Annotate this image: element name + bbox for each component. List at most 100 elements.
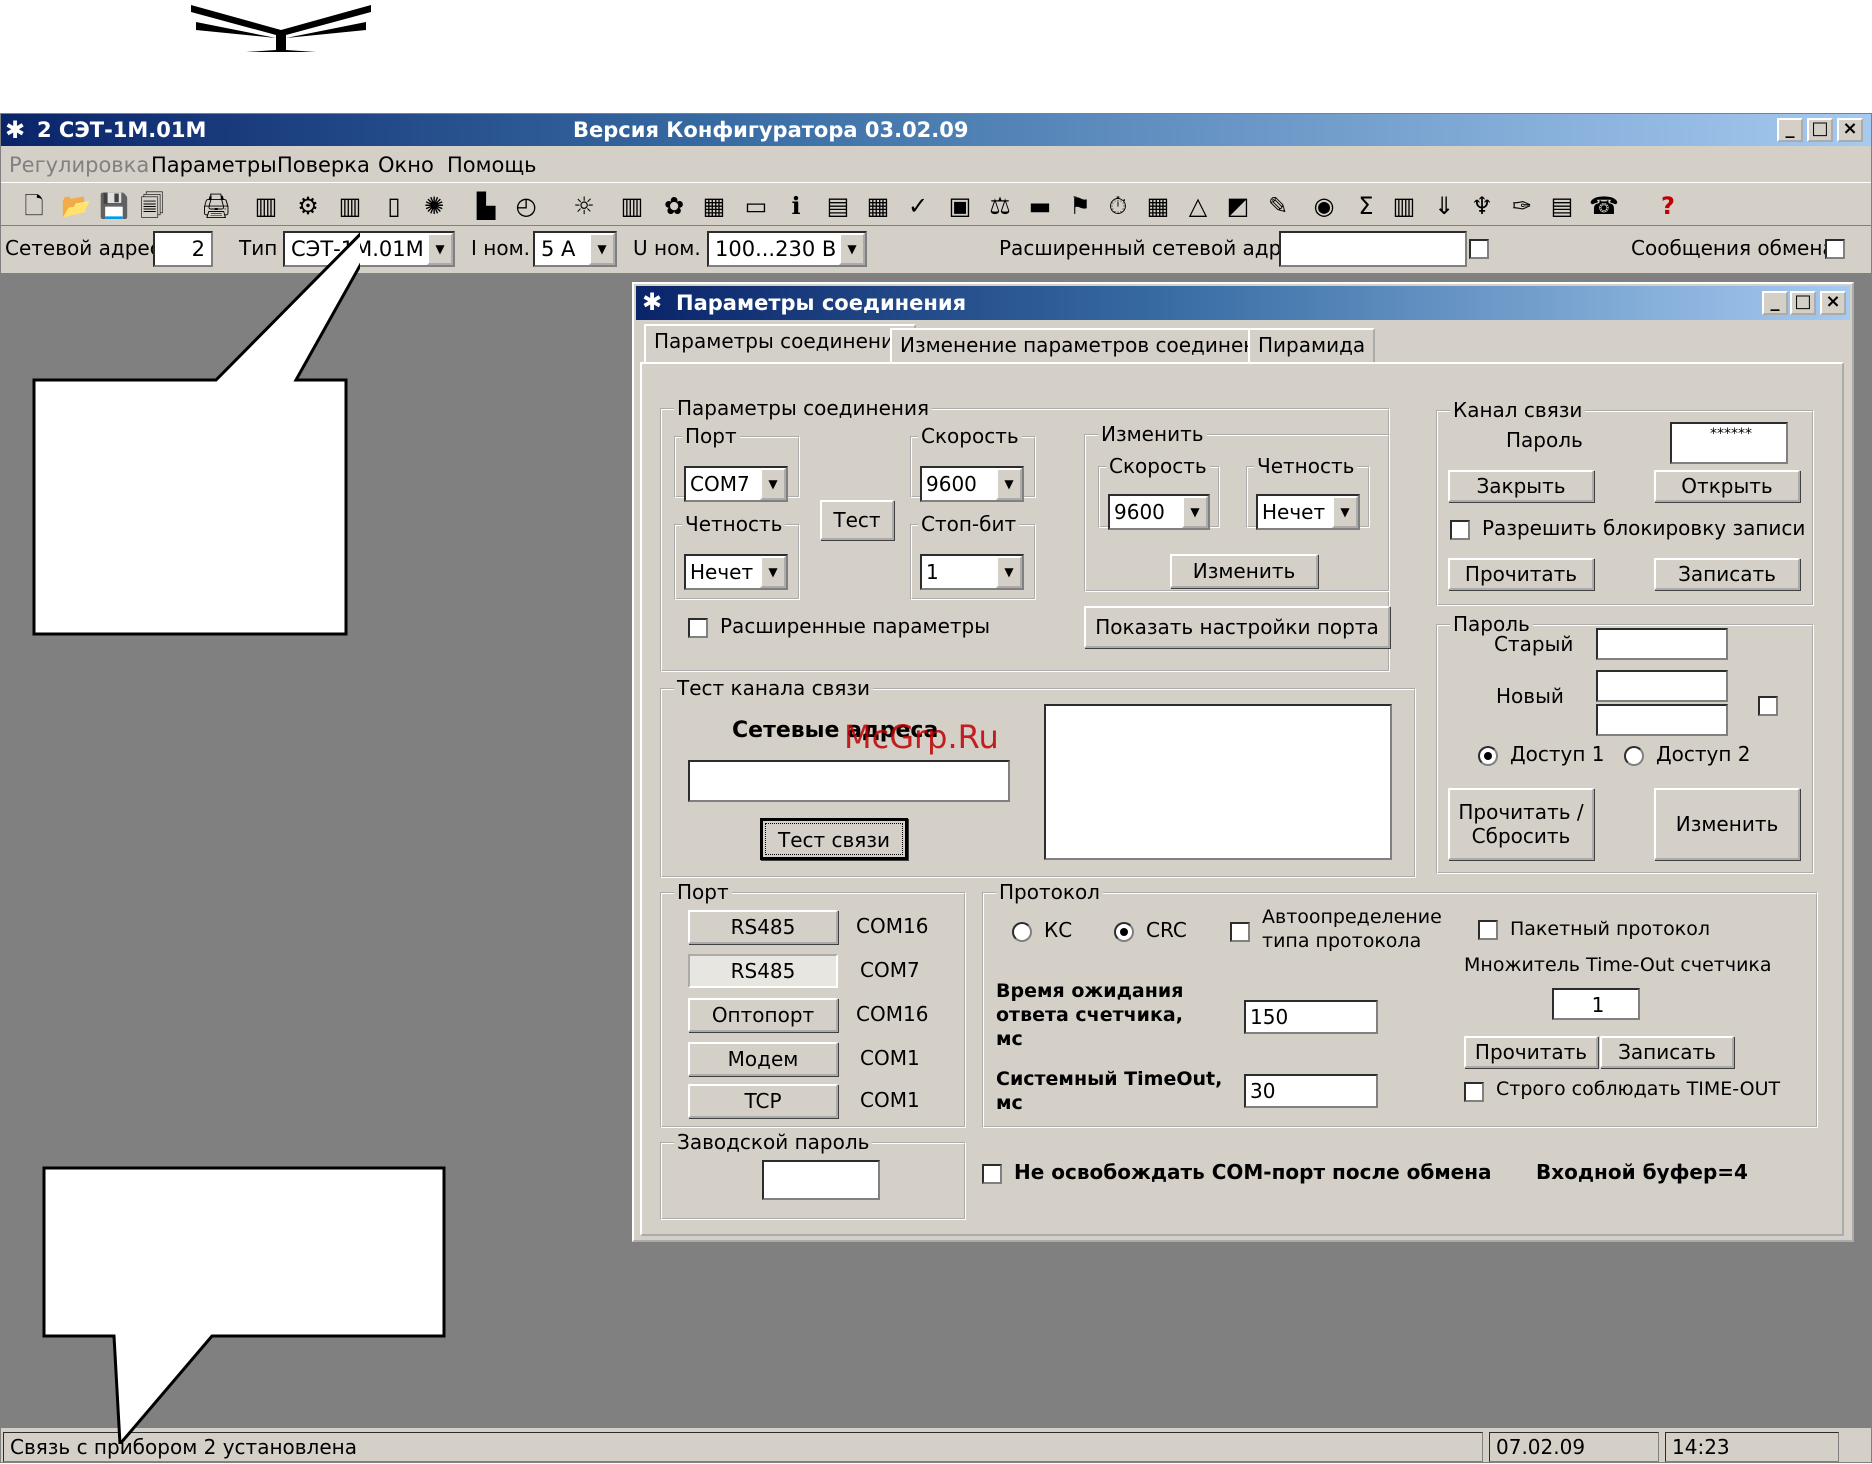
help-icon[interactable]: ? (1653, 191, 1683, 221)
timeout-multiplier-field[interactable]: 1 (1552, 988, 1640, 1020)
modem-button[interactable]: Модем (688, 1042, 838, 1076)
wizard-icon[interactable]: ✑ (1507, 191, 1537, 221)
menu-parameters[interactable]: Параметры (151, 153, 277, 177)
star-icon[interactable]: ✺ (419, 191, 449, 221)
access2-radio[interactable] (1624, 746, 1644, 766)
packet-protocol-checkbox[interactable] (1478, 920, 1498, 940)
new-password-field[interactable] (1596, 670, 1728, 702)
stopbit-select[interactable]: 1 ▼ (920, 554, 1024, 590)
device-icon[interactable]: ▯ (379, 191, 409, 221)
download-icon[interactable]: ⇓ (1429, 191, 1459, 221)
test-connection-button[interactable]: Тест связи (760, 818, 908, 860)
dialog-close-button[interactable]: × (1820, 291, 1846, 315)
clock-icon[interactable]: ◴ (511, 191, 541, 221)
channel-write-button[interactable]: Записать (1654, 558, 1800, 590)
scale-icon[interactable]: ⚖ (985, 191, 1015, 221)
menu-window[interactable]: Окно (378, 153, 434, 177)
monitor-icon[interactable]: ▣ (945, 191, 975, 221)
tab-connection-params[interactable]: Параметры соединения (644, 324, 916, 364)
ext-params-checkbox[interactable] (688, 618, 708, 638)
parity-select[interactable]: Нечет ▼ (684, 554, 788, 590)
dialog-minimize-button[interactable]: _ (1762, 291, 1788, 315)
inom-select[interactable]: 5 А ▼ (533, 231, 617, 267)
chevron-down-icon[interactable]: ▼ (760, 468, 786, 500)
exchange-messages-checkbox[interactable] (1825, 239, 1845, 259)
minimize-button[interactable]: _ (1777, 118, 1803, 142)
chevron-down-icon[interactable]: ▼ (427, 233, 453, 265)
auto-detect-checkbox[interactable] (1230, 922, 1250, 942)
rs485-port-button[interactable]: RS485 (688, 954, 838, 988)
table-icon[interactable]: ▦ (863, 191, 893, 221)
factory-password-field[interactable] (762, 1160, 880, 1200)
crc-radio[interactable] (1114, 922, 1134, 942)
test-log-area[interactable] (1044, 704, 1392, 860)
optoport-button[interactable]: Оптопорт (688, 998, 838, 1032)
speed-select[interactable]: 9600 ▼ (920, 466, 1024, 502)
delta-icon[interactable]: △ (1183, 191, 1213, 221)
show-password-checkbox[interactable] (1758, 696, 1778, 716)
palette-icon[interactable]: ✿ (659, 191, 689, 221)
net-addresses-field[interactable] (688, 760, 1010, 802)
tools-icon[interactable]: ✎ (1263, 191, 1293, 221)
restore-button[interactable]: □ (1807, 118, 1833, 142)
tcp-button[interactable]: TCP (688, 1084, 838, 1118)
timer-icon[interactable]: ⏱ (1103, 191, 1133, 221)
protocol-write-button[interactable]: Записать (1600, 1036, 1734, 1068)
chevron-down-icon[interactable]: ▼ (996, 468, 1022, 500)
folder-icon[interactable]: ▥ (1389, 191, 1419, 221)
strict-timeout-checkbox[interactable] (1464, 1082, 1484, 1102)
export-icon[interactable]: ▤ (1547, 191, 1577, 221)
phone-icon[interactable]: ☎ (1589, 191, 1619, 221)
channel-password-field[interactable]: ****** (1670, 422, 1788, 464)
menu-verification[interactable]: Поверка (277, 153, 370, 177)
open-channel-button[interactable]: Открыть (1654, 470, 1800, 502)
change-speed-select[interactable]: 9600 ▼ (1108, 494, 1210, 530)
password-change-button[interactable]: Изменить (1654, 788, 1800, 860)
chevron-down-icon[interactable]: ▼ (1332, 496, 1358, 528)
lamp-icon[interactable]: ☼ (569, 191, 599, 221)
access1-radio[interactable] (1478, 746, 1498, 766)
test-button[interactable]: Тест (820, 500, 894, 540)
bar-chart-icon[interactable]: ▥ (617, 191, 647, 221)
menu-help[interactable]: Помощь (447, 153, 537, 177)
menu-regulation[interactable]: Регулировка (9, 153, 149, 177)
computer-icon[interactable]: ▬ (1025, 191, 1055, 221)
read-reset-button[interactable]: Прочитать / Сбросить (1448, 788, 1594, 860)
close-channel-button[interactable]: Закрыть (1448, 470, 1594, 502)
ext-address-field[interactable] (1279, 231, 1467, 267)
chevron-down-icon[interactable]: ▼ (996, 556, 1022, 588)
close-button[interactable]: × (1837, 118, 1863, 142)
chevron-down-icon[interactable]: ▼ (589, 233, 615, 265)
allow-lock-checkbox[interactable] (1450, 520, 1470, 540)
graph-icon[interactable]: ◩ (1223, 191, 1253, 221)
change-button[interactable]: Изменить (1170, 554, 1318, 588)
chevron-down-icon[interactable]: ▼ (839, 233, 865, 265)
calendar-icon[interactable]: ▦ (1143, 191, 1173, 221)
flag-icon[interactable]: ⚑ (1065, 191, 1095, 221)
confirm-password-field[interactable] (1596, 704, 1728, 736)
change-parity-select[interactable]: Нечет ▼ (1256, 494, 1360, 530)
no-release-checkbox[interactable] (982, 1164, 1002, 1184)
protocol-read-button[interactable]: Прочитать (1464, 1036, 1598, 1068)
unom-select[interactable]: 100...230 В ▼ (707, 231, 867, 267)
check-icon[interactable]: ✓ (903, 191, 933, 221)
old-password-field[interactable] (1596, 628, 1728, 660)
tree-icon[interactable]: ♆ (1467, 191, 1497, 221)
chart-icon[interactable]: ▙ (471, 191, 501, 221)
show-port-settings-button[interactable]: Показать настройки порта (1084, 606, 1390, 648)
window-icon[interactable]: ▭ (741, 191, 771, 221)
sum-icon[interactable]: Σ (1351, 191, 1381, 221)
kc-radio[interactable] (1012, 922, 1032, 942)
chevron-down-icon[interactable]: ▼ (1182, 496, 1208, 528)
port-select[interactable]: COM7 ▼ (684, 466, 788, 502)
globe-icon[interactable]: ◉ (1309, 191, 1339, 221)
system-timeout-field[interactable]: 30 (1244, 1074, 1378, 1108)
tab-pyramid[interactable]: Пирамида (1248, 328, 1376, 364)
ext-address-checkbox[interactable] (1469, 239, 1489, 259)
channel-read-button[interactable]: Прочитать (1448, 558, 1594, 590)
rs485-port-button[interactable]: RS485 (688, 910, 838, 944)
tab-change-params[interactable]: Изменение параметров соединения (890, 328, 1292, 364)
dialog-maximize-button[interactable]: □ (1790, 291, 1816, 315)
list-icon[interactable]: ▤ (823, 191, 853, 221)
chevron-down-icon[interactable]: ▼ (760, 556, 786, 588)
